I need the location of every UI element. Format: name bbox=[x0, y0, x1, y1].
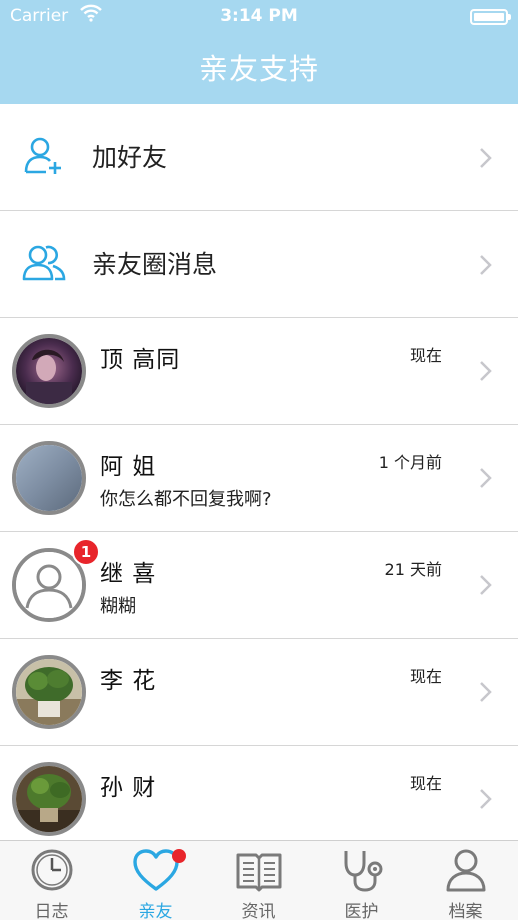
tab-label: 亲友 bbox=[138, 902, 173, 920]
friend-circle-messages-label: 亲友圈消息 bbox=[92, 250, 218, 279]
tab-medical[interactable]: 医护 bbox=[310, 841, 413, 920]
avatar bbox=[12, 334, 86, 408]
chevron-right-icon bbox=[478, 360, 494, 382]
profile-icon bbox=[446, 849, 486, 892]
avatar bbox=[12, 655, 86, 729]
friend-name: 阿 姐 bbox=[100, 454, 157, 480]
chevron-right-icon bbox=[478, 147, 494, 169]
friend-last-message: 糊糊 bbox=[100, 596, 136, 617]
friend-time: 1 个月前 bbox=[378, 453, 442, 472]
add-friend-label: 加好友 bbox=[92, 143, 168, 172]
friend-time: 现在 bbox=[409, 667, 442, 686]
page-title: 亲友支持 bbox=[198, 52, 319, 86]
friend-row[interactable]: 孙 财 现在 bbox=[0, 746, 518, 840]
clock-icon bbox=[31, 849, 73, 891]
friend-time: 现在 bbox=[409, 346, 442, 365]
battery-icon bbox=[470, 9, 511, 25]
add-user-icon bbox=[22, 134, 66, 178]
nav-header: Carrier 3:14 PM 亲友支持 bbox=[0, 0, 518, 104]
friend-name: 孙 财 bbox=[100, 775, 157, 801]
notification-dot bbox=[172, 849, 186, 863]
chevron-right-icon bbox=[478, 788, 494, 810]
chevron-right-icon bbox=[478, 467, 494, 489]
tab-friends[interactable]: 亲友 bbox=[104, 841, 207, 920]
tab-profile[interactable]: 档案 bbox=[414, 841, 517, 920]
chevron-right-icon bbox=[478, 681, 494, 703]
book-icon bbox=[236, 853, 282, 892]
avatar bbox=[12, 762, 86, 836]
friend-last-message: 你怎么都不回复我啊? bbox=[100, 489, 272, 510]
friend-row[interactable]: 阿 姐 1 个月前 你怎么都不回复我啊? bbox=[0, 425, 518, 532]
friend-row[interactable]: 1 继 喜 21 天前 糊糊 bbox=[0, 532, 518, 639]
tab-news[interactable]: 资讯 bbox=[207, 841, 310, 920]
unread-badge: 1 bbox=[72, 538, 100, 566]
tab-label: 档案 bbox=[448, 902, 483, 920]
stethoscope-icon bbox=[344, 851, 383, 892]
friend-circle-messages-row[interactable]: 亲友圈消息 bbox=[0, 211, 518, 318]
chevron-right-icon bbox=[478, 574, 494, 596]
friend-name: 继 喜 bbox=[100, 561, 157, 587]
tab-label: 资讯 bbox=[241, 902, 276, 920]
friend-name: 顶 高同 bbox=[100, 347, 181, 373]
friend-name: 李 花 bbox=[100, 668, 157, 694]
friend-row[interactable]: 李 花 现在 bbox=[0, 639, 518, 746]
avatar bbox=[12, 441, 86, 515]
friend-time: 现在 bbox=[409, 774, 442, 793]
status-bar: Carrier 3:14 PM bbox=[0, 0, 518, 34]
tab-label: 日志 bbox=[34, 902, 69, 920]
tab-journal[interactable]: 日志 bbox=[0, 841, 103, 920]
tab-bar: 日志 亲友 资讯 医护 档案 bbox=[0, 840, 518, 920]
tab-label: 医护 bbox=[344, 902, 379, 920]
friend-row[interactable]: 顶 高同 现在 bbox=[0, 318, 518, 425]
status-time: 3:14 PM bbox=[220, 6, 298, 26]
chevron-right-icon bbox=[478, 254, 494, 276]
add-friend-row[interactable]: 加好友 bbox=[0, 104, 518, 211]
group-icon bbox=[22, 241, 66, 285]
friend-time: 21 天前 bbox=[384, 560, 442, 579]
